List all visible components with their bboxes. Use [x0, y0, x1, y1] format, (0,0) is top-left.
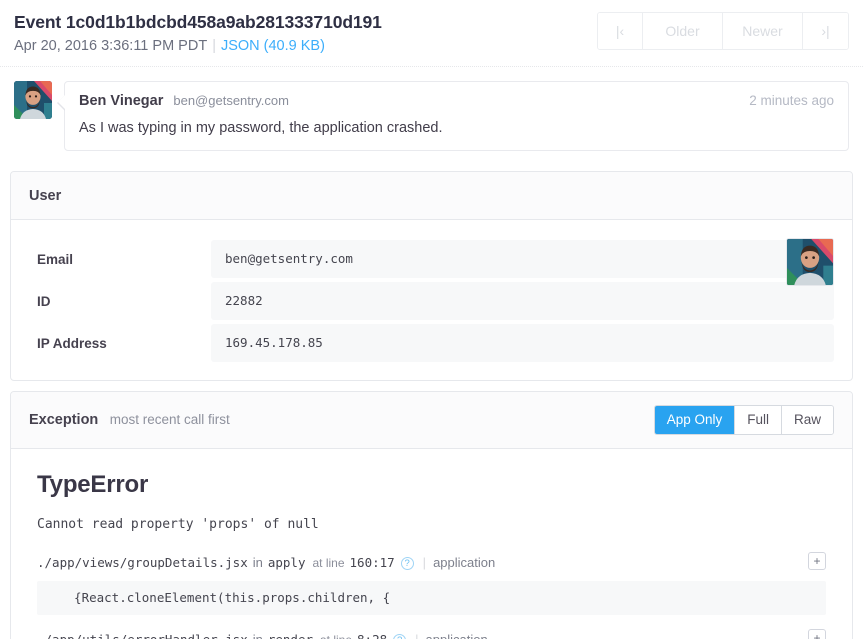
frame-filename: ./app/views/groupDetails.jsx: [37, 554, 248, 572]
table-row: ID 22882: [29, 282, 834, 320]
newest-event-button[interactable]: ›|: [803, 13, 848, 49]
exception-value: Cannot read property 'props' of null: [29, 516, 834, 534]
stacktrace-frame[interactable]: ./app/views/groupDetails.jsx in apply at…: [29, 548, 834, 615]
comment-header: Ben Vinegar ben@getsentry.com 2 minutes …: [79, 93, 834, 109]
user-avatar: [786, 238, 834, 286]
event-detail-page: Event 1c0d1b1bdcbd458a9ab281333710d191 A…: [0, 0, 863, 639]
exception-panel-header: Exception most recent call first App Onl…: [11, 392, 852, 449]
exception-panel: Exception most recent call first App Onl…: [10, 391, 853, 639]
comment-bubble-wrap: Ben Vinegar ben@getsentry.com 2 minutes …: [64, 81, 849, 151]
frame-at-line-label: at line: [320, 631, 352, 639]
view-mode-full-button[interactable]: Full: [735, 406, 782, 434]
frame-header[interactable]: ./app/views/groupDetails.jsx in apply at…: [29, 548, 834, 579]
meta-separator: |: [212, 38, 216, 54]
frame-in-label: in: [253, 631, 263, 639]
stacktrace-frame[interactable]: ./app/utils/errorHandler.jsx in render a…: [29, 625, 834, 639]
frame-function: apply: [268, 554, 306, 572]
stacktrace-frames: ./app/views/groupDetails.jsx in apply at…: [29, 548, 834, 639]
exception-panel-title-group: Exception most recent call first: [29, 411, 230, 429]
comment-bubble: Ben Vinegar ben@getsentry.com 2 minutes …: [64, 81, 849, 151]
row-value-ip-address: 169.45.178.85: [211, 324, 834, 362]
frame-in-label: in: [253, 554, 263, 572]
frame-filename: ./app/utils/errorHandler.jsx: [37, 631, 248, 639]
expand-frame-button[interactable]: +: [808, 552, 826, 570]
avatar-photo-icon: [14, 81, 52, 119]
frame-at-line-label: at line: [312, 554, 344, 572]
row-key-ip-address: IP Address: [29, 324, 211, 362]
help-icon[interactable]: ?: [393, 634, 406, 639]
event-header-info: Event 1c0d1b1bdcbd458a9ab281333710d191 A…: [14, 10, 382, 56]
comment-text: As I was typing in my password, the appl…: [79, 118, 834, 138]
table-row: IP Address 169.45.178.85: [29, 324, 834, 362]
help-icon[interactable]: ?: [401, 557, 414, 570]
event-timestamp: Apr 20, 2016 3:36:11 PM PDT: [14, 38, 207, 54]
user-panel-title: User: [29, 188, 61, 204]
newer-event-button[interactable]: Newer: [723, 13, 803, 49]
frame-package-tag: application: [433, 554, 495, 572]
exception-panel-subtitle: most recent call first: [110, 412, 230, 427]
page-title: Event 1c0d1b1bdcbd458a9ab281333710d191: [14, 11, 382, 33]
frame-header[interactable]: ./app/utils/errorHandler.jsx in render a…: [29, 625, 834, 639]
user-feedback-activity: Ben Vinegar ben@getsentry.com 2 minutes …: [0, 67, 863, 161]
event-meta: Apr 20, 2016 3:36:11 PM PDT | JSON (40.9 K…: [14, 36, 382, 56]
frame-line-number: 160:17: [350, 554, 395, 572]
frame-package-tag: application: [426, 631, 488, 639]
exception-type: TypeError: [29, 471, 834, 499]
user-avatar-photo-icon: [787, 239, 833, 285]
oldest-event-button[interactable]: |‹: [598, 13, 643, 49]
exception-panel-body: TypeError Cannot read property 'props' o…: [11, 449, 852, 639]
frame-function: render: [268, 631, 313, 639]
event-pager: |‹ Older Newer ›|: [597, 12, 849, 50]
frame-divider: |: [423, 554, 426, 572]
json-download-link[interactable]: JSON (40.9 KB): [221, 38, 325, 54]
user-panel: User: [10, 171, 853, 381]
row-value-id: 22882: [211, 282, 834, 320]
comment-author-name: Ben Vinegar: [79, 93, 163, 109]
avatar: [14, 81, 52, 119]
event-header: Event 1c0d1b1bdcbd458a9ab281333710d191 A…: [0, 0, 863, 67]
row-key-email: Email: [29, 240, 211, 278]
expand-frame-button[interactable]: +: [808, 629, 826, 639]
user-panel-body: Email ben@getsentry.com ID 22882 IP Addr…: [11, 220, 852, 380]
frame-divider: |: [415, 631, 418, 639]
row-key-id: ID: [29, 282, 211, 320]
user-detail-table: Email ben@getsentry.com ID 22882 IP Addr…: [29, 236, 834, 366]
user-panel-header: User: [11, 172, 852, 220]
comment-timestamp: 2 minutes ago: [749, 93, 834, 108]
frame-code-line: {React.cloneElement(this.props.children,…: [37, 581, 826, 615]
view-mode-raw-button[interactable]: Raw: [782, 406, 833, 434]
comment-author-email: ben@getsentry.com: [173, 93, 289, 108]
view-mode-app-only-button[interactable]: App Only: [655, 406, 736, 434]
frame-line-number: 8:28: [357, 631, 387, 639]
table-row: Email ben@getsentry.com: [29, 240, 834, 278]
exception-panel-title: Exception: [29, 412, 98, 428]
stacktrace-view-toggle: App Only Full Raw: [654, 405, 834, 435]
row-value-email: ben@getsentry.com: [211, 240, 834, 278]
comment-author-block: Ben Vinegar ben@getsentry.com: [79, 93, 289, 109]
older-event-button[interactable]: Older: [643, 13, 723, 49]
